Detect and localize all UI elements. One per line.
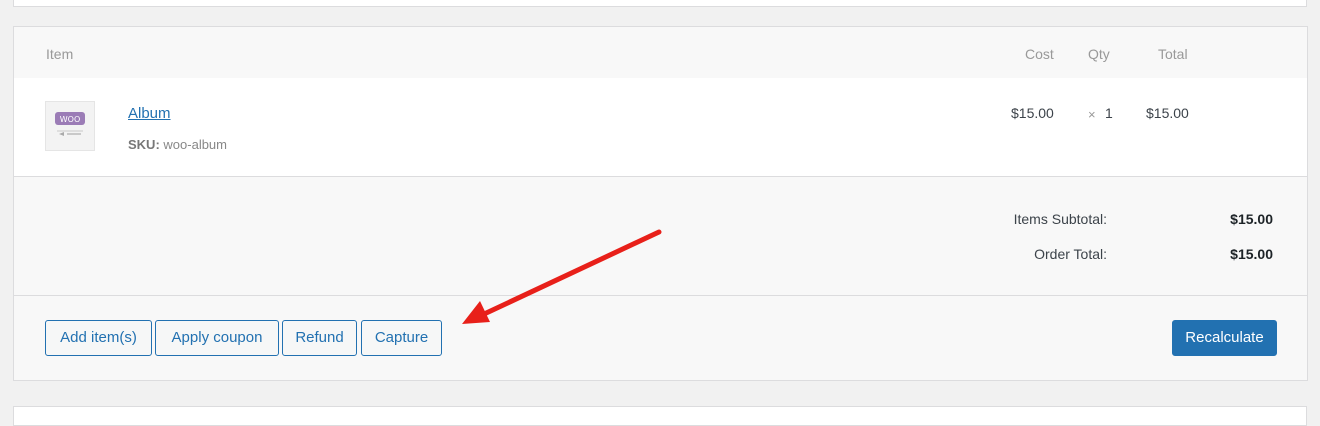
capture-button[interactable]: Capture [361, 320, 442, 356]
previous-panel [13, 0, 1307, 7]
order-totals: Items Subtotal: $15.00 Order Total: $15.… [14, 176, 1307, 296]
add-items-button[interactable]: Add item(s) [45, 320, 152, 356]
woo-product-thumbnail-icon: WOO [55, 112, 85, 136]
sku-label: SKU: [128, 137, 160, 152]
sku-value: woo-album [163, 137, 227, 152]
header-item: Item [46, 46, 74, 62]
order-total-label: Order Total: [1034, 246, 1107, 262]
order-items-panel: Item Cost Qty Total WOO Album SKU: woo-a… [13, 26, 1308, 381]
item-cost: $15.00 [1011, 105, 1054, 121]
table-row: WOO Album SKU: woo-album $15.00 × 1 $15.… [14, 78, 1307, 177]
product-link-album[interactable]: Album [128, 105, 171, 122]
items-subtotal-value: $15.00 [1230, 211, 1273, 227]
recalculate-button[interactable]: Recalculate [1172, 320, 1277, 356]
items-table-header: Item Cost Qty Total [14, 27, 1307, 78]
product-thumbnail: WOO [45, 101, 95, 151]
svg-text:WOO: WOO [60, 115, 81, 124]
refund-button[interactable]: Refund [282, 320, 357, 356]
product-sku: SKU: woo-album [128, 137, 227, 152]
apply-coupon-button[interactable]: Apply coupon [155, 320, 279, 356]
next-panel [13, 406, 1307, 426]
order-actions: Add item(s) Apply coupon Refund Capture … [14, 295, 1307, 381]
qty-times-sign: × [1088, 107, 1096, 122]
header-qty: Qty [1088, 46, 1110, 62]
item-total: $15.00 [1146, 105, 1189, 121]
header-total: Total [1158, 46, 1188, 62]
item-qty: 1 [1105, 105, 1113, 121]
header-cost: Cost [1025, 46, 1054, 62]
order-total-value: $15.00 [1230, 246, 1273, 262]
items-subtotal-label: Items Subtotal: [1013, 211, 1107, 227]
